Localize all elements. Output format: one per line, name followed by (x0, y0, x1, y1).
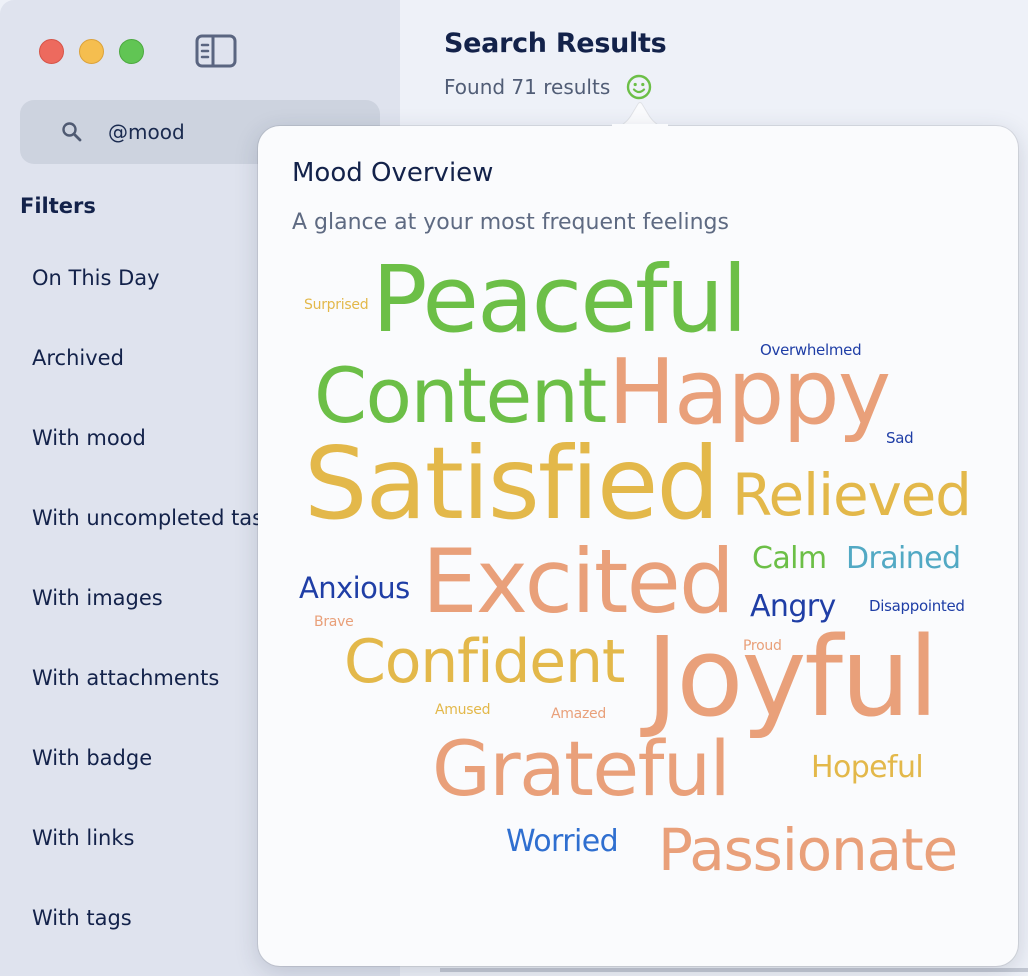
mood-word-amazed[interactable]: Amazed (551, 707, 606, 721)
filter-with-mood[interactable]: With mood (32, 418, 146, 458)
mood-word-passionate[interactable]: Passionate (658, 821, 958, 879)
mood-word-sad[interactable]: Sad (886, 431, 914, 446)
mood-word-calm[interactable]: Calm (752, 544, 827, 574)
filter-on-this-day[interactable]: On This Day (32, 258, 160, 298)
results-count: Found 71 results (444, 75, 611, 99)
sidebar-left-icon (195, 34, 237, 68)
mood-word-grateful[interactable]: Grateful (432, 731, 731, 807)
sidebar-toggle-button[interactable] (195, 34, 237, 68)
mood-word-joyful[interactable]: Joyful (646, 622, 939, 732)
filter-with-badge[interactable]: With badge (32, 738, 152, 778)
filter-with-tags[interactable]: With tags (32, 898, 132, 938)
mood-word-drained[interactable]: Drained (846, 544, 961, 574)
filter-archived[interactable]: Archived (32, 338, 124, 378)
filter-with-images[interactable]: With images (32, 578, 163, 618)
mood-word-anxious[interactable]: Anxious (299, 574, 410, 603)
search-icon (62, 122, 82, 142)
mood-word-amused[interactable]: Amused (435, 703, 490, 717)
mood-word-satisfied[interactable]: Satisfied (304, 434, 720, 534)
mood-word-hopeful[interactable]: Hopeful (811, 753, 924, 783)
filters-heading: Filters (20, 194, 96, 218)
mood-word-relieved[interactable]: Relieved (732, 466, 972, 524)
mood-word-worried[interactable]: Worried (506, 827, 619, 857)
minimize-window-button[interactable] (79, 39, 104, 64)
mood-overview-popover: Mood Overview A glance at your most freq… (258, 126, 1018, 966)
mood-word-peaceful[interactable]: Peaceful (372, 254, 748, 346)
filter-with-uncompleted-tasks[interactable]: With uncompleted tasks (32, 498, 286, 538)
zoom-window-button[interactable] (119, 39, 144, 64)
smiley-icon (626, 74, 652, 100)
mood-word-disappointed[interactable]: Disappointed (869, 599, 965, 614)
mood-word-cloud: Surprised Peaceful Overwhelmed Content Happy… (258, 126, 1018, 966)
mood-overview-button[interactable] (626, 74, 652, 100)
scrollbar[interactable] (440, 968, 1028, 972)
mood-word-surprised[interactable]: Surprised (304, 298, 369, 312)
mood-word-confident[interactable]: Confident (344, 632, 625, 692)
filter-with-links[interactable]: With links (32, 818, 134, 858)
page-title: Search Results (444, 28, 667, 59)
popover-arrow-seam (612, 124, 668, 130)
filter-with-attachments[interactable]: With attachments (32, 658, 219, 698)
close-window-button[interactable] (39, 39, 64, 64)
mood-word-content[interactable]: Content (314, 358, 607, 434)
